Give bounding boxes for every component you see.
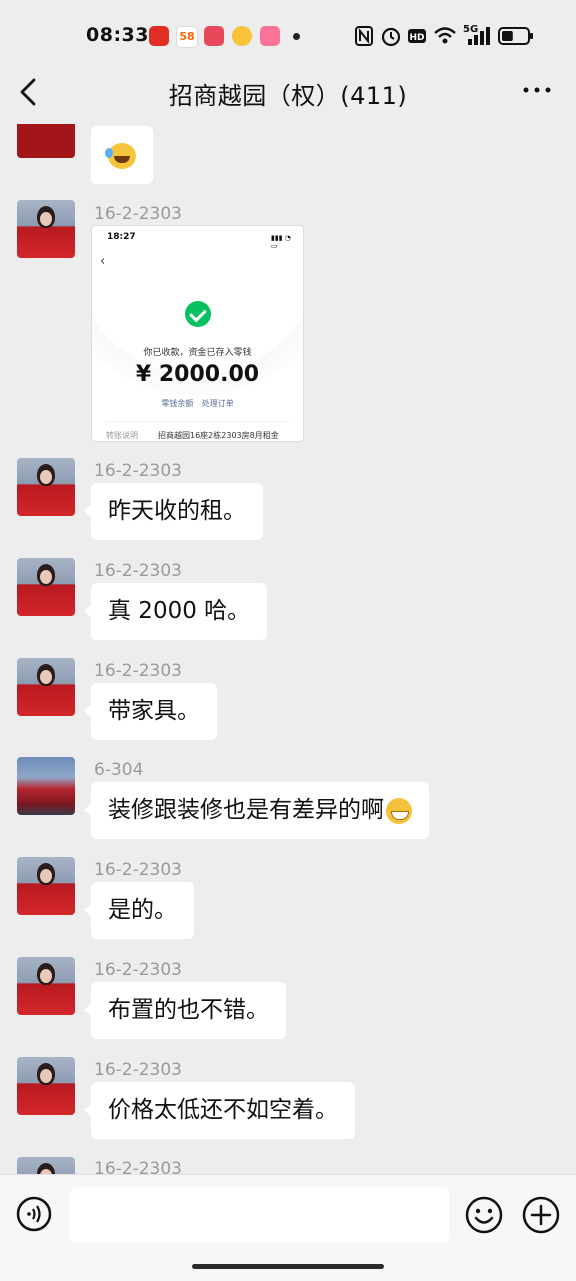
sender-name: 16-2-2303 — [94, 661, 182, 681]
baidu-local-icon — [204, 26, 224, 46]
nfc-icon — [355, 26, 373, 46]
message-bubble[interactable]: 真 2000 哈。 — [83, 583, 268, 640]
avatar[interactable] — [17, 757, 75, 815]
message-text: 是的。 — [108, 897, 177, 923]
image-message[interactable]: 18:27 ▮▮▮ ◔ ▭ ‹ 你已收款，资金已存入零钱 ¥ 2000.00 零… — [91, 225, 304, 442]
image-row-value: 招商越园16座2栋2303房8月租金 — [158, 431, 279, 440]
svg-text:HD: HD — [409, 33, 424, 43]
message-text: 布置的也不错。 — [108, 997, 269, 1023]
message-bubble[interactable]: 昨天收的租。 — [84, 483, 263, 540]
notification-dot-icon — [293, 33, 300, 40]
sender-name: 16-2-2303 — [94, 461, 182, 481]
emoji-picker-icon[interactable] — [465, 1196, 503, 1234]
sender-name: 16-2-2303 — [94, 1159, 182, 1174]
message-bubble[interactable]: 是的。 — [84, 882, 194, 939]
avatar[interactable] — [17, 558, 75, 616]
image-back-icon: ‹ — [100, 254, 106, 269]
sender-name: 16-2-2303 — [94, 960, 182, 980]
message-bubble[interactable]: 价格太低还不如空着。 — [84, 1082, 355, 1139]
success-check-icon — [185, 301, 211, 327]
avatar[interactable] — [17, 857, 75, 915]
message-text: 昨天收的租。 — [108, 498, 246, 524]
sender-name: 16-2-2303 — [94, 1060, 182, 1080]
pinduoduo-icon — [149, 26, 169, 46]
chat-title: 招商越园（权）(411) — [168, 82, 408, 110]
input-bar — [0, 1174, 576, 1281]
sender-name: 6-304 — [94, 760, 144, 780]
home-indicator[interactable] — [192, 1264, 384, 1269]
image-battery-icon: ▮▮▮ ◔ ▭ — [271, 234, 291, 250]
weibo-icon — [232, 26, 252, 46]
emoji-bubble[interactable] — [91, 126, 153, 184]
image-receipt-links: 零钱余额 处理订单 — [161, 399, 234, 408]
avatar[interactable] — [17, 200, 75, 258]
image-row-label: 转账说明 — [106, 431, 138, 440]
sender-name: 16-2-2303 — [94, 561, 182, 581]
message-text: 价格太低还不如空着。 — [108, 1097, 338, 1123]
wifi-icon — [434, 27, 456, 44]
alarm-icon — [381, 27, 401, 47]
grin-icon — [386, 797, 412, 824]
sender-name: 16-2-2303 — [94, 204, 182, 224]
avatar-logo-icon: 潮 — [25, 124, 41, 126]
image-receipt-status: 你已收款，资金已存入零钱 — [143, 348, 252, 358]
avatar[interactable] — [17, 1157, 75, 1174]
image-divider — [106, 421, 289, 422]
message-bubble[interactable]: 装修跟装修也是有差异的啊 — [84, 782, 429, 839]
hd-icon: HD — [408, 29, 426, 43]
battery-icon — [498, 27, 533, 45]
chat-header: 招商越园（权）(411) — [0, 60, 576, 124]
avatar[interactable] — [17, 658, 75, 716]
voice-input-icon[interactable] — [16, 1196, 52, 1232]
message-text: 装修跟装修也是有差异的啊 — [108, 797, 384, 823]
message-list[interactable]: 潮 16-2-2303 18:27 ▮▮▮ ◔ ▭ ‹ 你已收款，资金已存入零钱… — [0, 124, 576, 1174]
message-text: 带家具。 — [108, 698, 200, 724]
58-icon: 58 — [176, 26, 198, 48]
more-actions-plus-icon[interactable] — [522, 1196, 560, 1234]
signal-icon — [468, 27, 490, 45]
avatar[interactable]: 潮 — [17, 124, 75, 158]
bilibili-icon — [260, 26, 280, 46]
avatar[interactable] — [17, 458, 75, 516]
message-input[interactable] — [70, 1187, 449, 1243]
avatar[interactable] — [17, 1057, 75, 1115]
sender-name: 16-2-2303 — [94, 860, 182, 880]
message-text: 真 2000 哈。 — [108, 598, 251, 624]
message-bubble[interactable]: 布置的也不错。 — [84, 982, 286, 1039]
laugh-cry-icon — [105, 143, 136, 169]
image-receipt-amount: ¥ 2000.00 — [135, 362, 260, 387]
avatar[interactable] — [17, 957, 75, 1015]
message-bubble[interactable]: 带家具。 — [84, 683, 217, 740]
image-status-time: 18:27 — [107, 232, 136, 242]
more-options-icon[interactable] — [522, 80, 552, 100]
status-time: 08:33 — [86, 24, 149, 46]
